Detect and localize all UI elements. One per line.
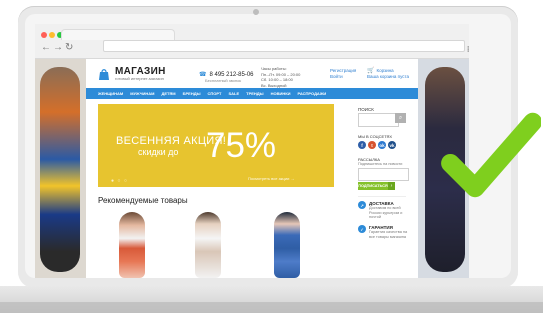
close-window-icon[interactable]	[41, 32, 47, 38]
search-button[interactable]: ⌕	[395, 113, 406, 123]
work-hours: Часы работы: Пн.–Пт. 09:00 – 20:00 Сб. 1…	[261, 66, 300, 88]
nav-item-brands[interactable]: БРЕНДЫ	[183, 91, 201, 96]
delivery-icon: ↗	[358, 201, 366, 209]
promo-banner[interactable]: ВЕСЕННЯЯ АКЦИЯ! скидки до 75% Посмотреть…	[98, 104, 334, 187]
nav-item-women[interactable]: ЖЕНЩИНАМ	[98, 91, 123, 96]
minimize-window-icon[interactable]	[49, 32, 55, 38]
sidebar-divider	[358, 196, 406, 197]
checkmark-icon	[438, 102, 541, 208]
laptop-base-shadow	[0, 302, 543, 313]
browser-menu-icon[interactable]: ≡	[467, 42, 469, 56]
product-image-1[interactable]	[119, 212, 145, 278]
browser-window: ← → ↻ ≡ МАГАЗИН готовый интернет-магазин	[35, 24, 469, 278]
camera-icon	[253, 9, 259, 15]
fashion-model-image-left	[40, 67, 80, 272]
search-input[interactable]	[358, 113, 399, 127]
nav-item-new[interactable]: НОВИНКИ	[271, 91, 291, 96]
facebook-icon[interactable]: f	[358, 141, 366, 149]
delivery-block: ↗ ДОСТАВКА Доставим по всей России курье…	[358, 201, 409, 220]
nav-item-clearance[interactable]: РАСПРОДАЖИ	[298, 91, 327, 96]
recommended-title: Рекомендуемые товары	[98, 196, 188, 205]
nav-item-trends[interactable]: ТРЕНДЫ	[246, 91, 263, 96]
nav-item-kids[interactable]: ДЕТЯМ	[162, 91, 176, 96]
odnoklassniki-icon[interactable]: ok	[378, 141, 386, 149]
warranty-block: ✓ ГАРАНТИЯ Гарантия качества на все това…	[358, 225, 409, 239]
browser-chrome: ← → ↻ ≡	[35, 24, 469, 59]
subscribe-button[interactable]: ПОДПИСАТЬСЯ	[358, 182, 388, 190]
main-navbar: ЖЕНЩИНАМ МУЖЧИНАМ ДЕТЯМ БРЕНДЫ СПОРТ SAL…	[86, 88, 418, 99]
warranty-icon: ✓	[358, 225, 366, 233]
forward-icon[interactable]: →	[53, 42, 63, 53]
phone-icon: ☎	[199, 72, 207, 78]
search-icon: ⌕	[398, 114, 403, 121]
delivery-text: Доставим по всей России курьером и почто…	[369, 206, 403, 219]
banner-percent: 75%	[206, 126, 277, 165]
subscribe-arrow-icon[interactable]: ›	[388, 182, 395, 190]
phone-number[interactable]: ☎ 8 495 212-85-06	[199, 71, 254, 79]
cart[interactable]: 🛒 Корзина Ваша корзина пуста	[367, 68, 409, 80]
login-link[interactable]: Войти	[330, 74, 356, 80]
product-image-2[interactable]	[195, 212, 221, 278]
checkmark-svg	[441, 112, 541, 198]
reload-icon[interactable]: ↻	[65, 42, 73, 53]
phone-note: Бесплатный звонок	[205, 78, 242, 83]
banner-subline: скидки до	[138, 147, 179, 157]
bag-icon	[99, 68, 109, 80]
social-label: МЫ В СОЦСЕТЯХ	[358, 134, 393, 139]
cart-label: Корзина	[376, 68, 394, 73]
vk-icon[interactable]: vk	[388, 141, 396, 149]
phone-text: 8 495 212-85-06	[209, 71, 254, 78]
banner-pagination[interactable]: ● ○ ○	[111, 178, 128, 184]
banner-link[interactable]: Посмотреть все акции →	[248, 176, 294, 181]
back-icon[interactable]: ←	[41, 42, 51, 53]
logo-subtitle: готовый интернет-магазин	[115, 76, 164, 81]
page-content: МАГАЗИН готовый интернет-магазин ☎ 8 495…	[35, 59, 469, 278]
newsletter-email-input[interactable]	[358, 168, 409, 181]
nav-item-sport[interactable]: СПОРТ	[208, 91, 222, 96]
search-label: ПОИСК	[358, 107, 374, 112]
warranty-text: Гарантия качества на все товары магазина	[369, 230, 408, 239]
twitter-icon[interactable]: t	[368, 141, 376, 149]
browser-tab[interactable]	[61, 29, 175, 40]
product-image-3[interactable]	[274, 212, 300, 278]
site-logo[interactable]: МАГАЗИН готовый интернет-магазин	[97, 66, 166, 81]
social-links: f t ok vk	[358, 141, 396, 149]
address-bar[interactable]	[103, 40, 465, 52]
nav-item-sale[interactable]: SALE	[228, 91, 239, 96]
auth-links: Регистрация Войти	[330, 68, 356, 80]
cart-subtext: Ваша корзина пуста	[367, 74, 410, 79]
store-site: МАГАЗИН готовый интернет-магазин ☎ 8 495…	[86, 59, 418, 278]
newsletter-note: Подпишитесь на новости	[358, 162, 403, 166]
nav-item-men[interactable]: МУЖЧИНАМ	[130, 91, 154, 96]
